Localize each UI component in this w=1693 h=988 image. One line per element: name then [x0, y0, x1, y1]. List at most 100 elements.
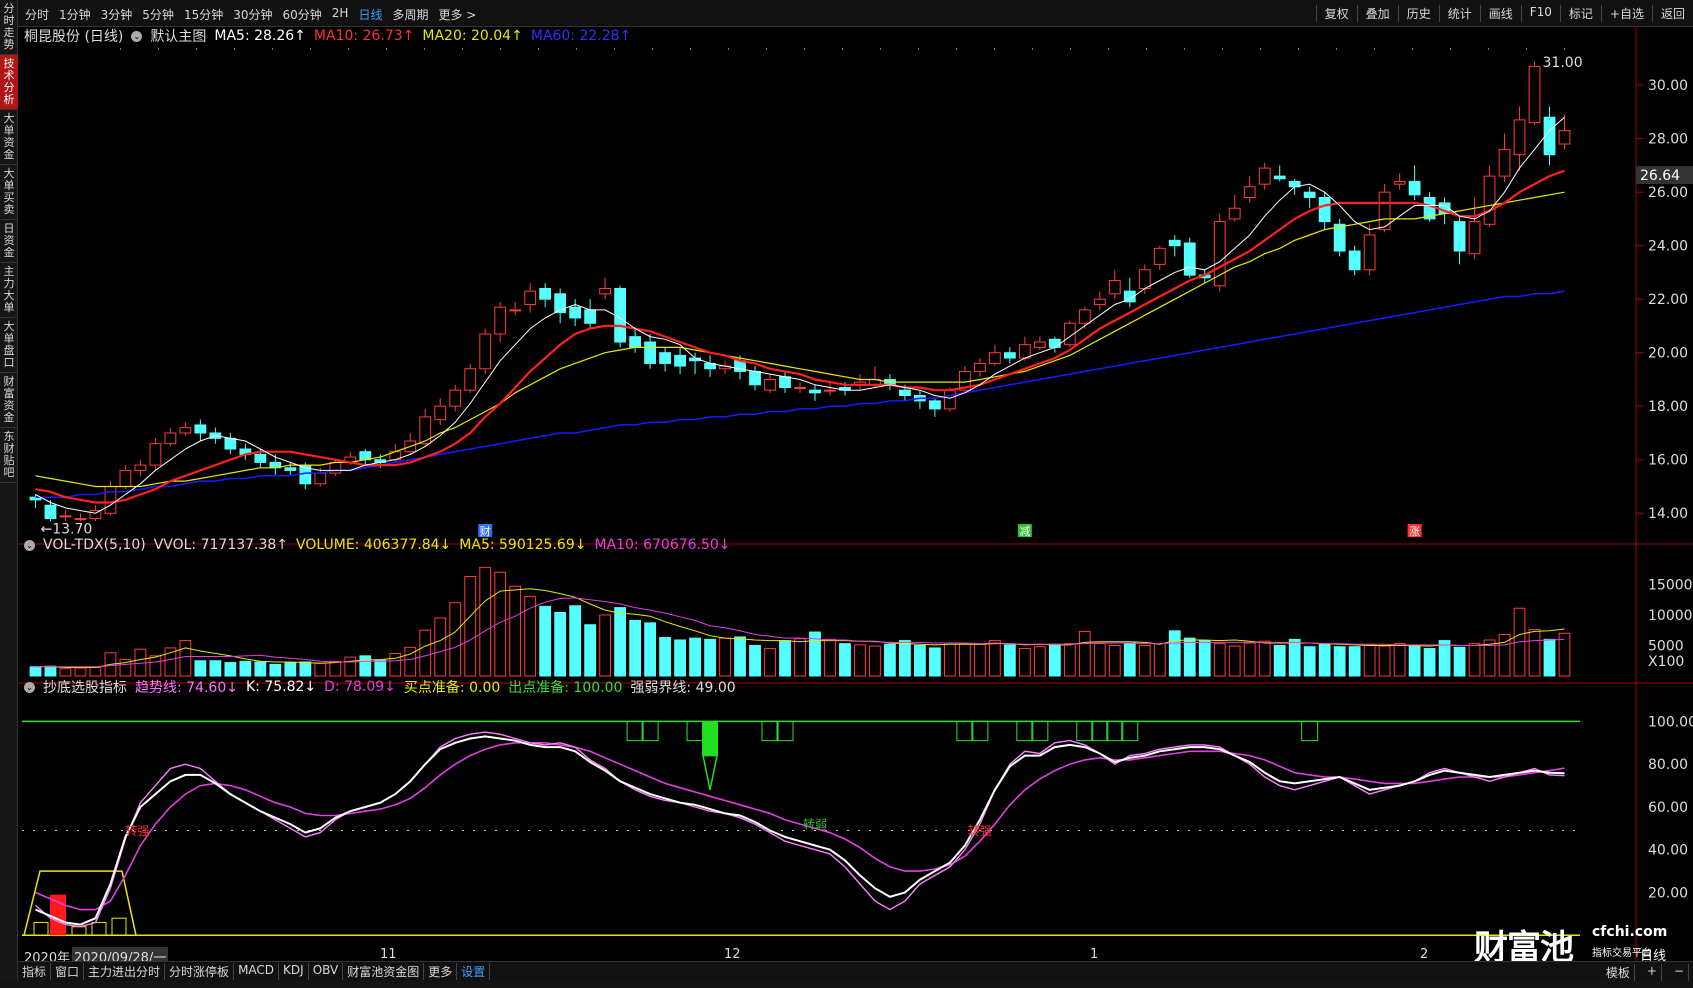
template-name[interactable]: 默认主图 — [150, 26, 206, 46]
volume-bar — [179, 640, 192, 677]
event-marker-label: 减 — [1019, 525, 1030, 538]
event-marker-label: 涨 — [1409, 525, 1420, 538]
volume-bar — [1168, 630, 1181, 677]
candle-body — [1453, 221, 1466, 252]
candle-body — [434, 405, 447, 421]
volume-bar — [1048, 643, 1061, 677]
price-label-4: 22.00 — [1648, 292, 1688, 308]
vol-ma10-value: MA10: 670676.50↓ — [594, 537, 731, 553]
mark-label-0: 转强 — [125, 823, 149, 838]
collapse-icon[interactable]: ⌄ — [24, 539, 35, 551]
candle-body — [899, 389, 911, 397]
top-dot — [1412, 48, 1413, 50]
volume-bar — [1228, 645, 1241, 677]
top-dot — [1146, 48, 1147, 50]
osc-label-1: 80.00 — [1648, 757, 1688, 773]
collapse-icon[interactable]: ⌄ — [24, 681, 35, 693]
top-dot — [1032, 48, 1033, 50]
volume-bar — [1033, 646, 1046, 677]
volume-bar — [149, 655, 162, 677]
top-dot — [196, 48, 197, 50]
volume-bar — [749, 644, 761, 677]
bottom-tab-9[interactable]: 设置 — [457, 963, 491, 980]
volume-bar — [1183, 637, 1196, 677]
volume-bar — [973, 643, 986, 677]
top-dot — [1488, 48, 1489, 50]
candle — [1213, 213, 1226, 292]
volume-bar — [1348, 646, 1361, 677]
price-label-0: 30.00 — [1648, 78, 1688, 94]
buy-signal-bar — [50, 894, 66, 936]
price-label-6: 18.00 — [1648, 399, 1688, 415]
top-dot — [1108, 48, 1109, 50]
top-dot — [804, 48, 805, 50]
volume-label-1: 10000 — [1648, 608, 1693, 624]
volume-bar — [1333, 646, 1346, 677]
volume-bar — [764, 648, 776, 677]
candle-body — [1018, 344, 1031, 359]
kline-chart[interactable]: 30.00 28.00 26.00 24.00 22.00 20.00 18.00 16.00… — [0, 0, 1693, 961]
volume-bar — [1363, 644, 1376, 677]
bottom-tab-4[interactable]: MACD — [234, 963, 280, 980]
candle-body — [284, 467, 297, 471]
volume-bar — [254, 661, 267, 677]
top-dot — [1222, 48, 1223, 50]
bottom-tab-0[interactable]: 指标 — [18, 963, 52, 980]
volume-bar — [434, 617, 447, 677]
top-dot — [1184, 48, 1185, 50]
bottom-tab-3[interactable]: 分时涨停板 — [165, 963, 235, 980]
candle-body — [149, 443, 162, 466]
volume-bar — [1213, 643, 1226, 677]
low-label: ←13.70 — [40, 521, 92, 537]
volume-bar — [689, 637, 701, 677]
top-dot — [956, 48, 957, 50]
top-dot — [1070, 48, 1071, 50]
volume-bar — [1318, 643, 1331, 677]
bottom-tab-8[interactable]: 更多 — [424, 963, 458, 980]
x-axis-month-1: 1 — [1090, 947, 1099, 962]
bottom-tool-1[interactable]: + — [1643, 964, 1662, 981]
volume-bar — [1438, 640, 1451, 677]
candle-body — [119, 469, 132, 487]
bottom-tab-5[interactable]: KDJ — [279, 963, 309, 980]
top-dot — [1526, 48, 1527, 50]
volume-title[interactable]: VOL-TDX(5,10) — [43, 537, 146, 553]
price-label-8: 14.00 — [1648, 506, 1688, 522]
candle-body — [644, 341, 656, 364]
top-dot — [538, 48, 539, 50]
candle-body — [1363, 234, 1376, 271]
volume-bar — [269, 663, 282, 677]
candle-body — [254, 453, 267, 463]
osc-label-2: 60.00 — [1648, 800, 1688, 816]
volume-bar — [509, 585, 522, 677]
volume-bar — [1393, 643, 1406, 677]
bottom-tab-1[interactable]: 窗口 — [51, 963, 85, 980]
candle-body — [1558, 130, 1571, 145]
collapse-icon[interactable]: ⌄ — [131, 30, 143, 42]
candle-body — [973, 362, 986, 372]
bottom-tab-7[interactable]: 财富池资金图 — [343, 963, 425, 980]
candle-body — [1393, 180, 1406, 185]
candle-body — [794, 386, 806, 389]
volume-bar — [1003, 644, 1016, 677]
top-dot — [158, 48, 159, 50]
volume-bar — [839, 643, 851, 677]
volume-bar — [629, 619, 642, 677]
bottom-tab-2[interactable]: 主力进出分时 — [84, 963, 166, 980]
candle-body — [1138, 269, 1151, 289]
stock-name[interactable]: 桐昆股份 (日线) — [24, 26, 123, 46]
top-dot — [120, 48, 121, 50]
bottom-tool-0[interactable]: 模板 — [1602, 964, 1635, 981]
candle-body — [134, 464, 147, 471]
top-dot — [690, 48, 691, 50]
price-label-5: 20.00 — [1648, 346, 1688, 362]
volume-bar — [719, 637, 731, 677]
candle-body — [629, 336, 642, 348]
candle-body — [1168, 239, 1181, 247]
volume-bar — [1378, 645, 1391, 677]
volume-bar — [644, 622, 656, 677]
top-dot — [576, 48, 577, 50]
bottom-tool-2[interactable]: − — [1670, 964, 1689, 981]
indicator-title[interactable]: 抄底选股指标 — [43, 677, 127, 697]
bottom-tab-6[interactable]: OBV — [309, 963, 344, 980]
